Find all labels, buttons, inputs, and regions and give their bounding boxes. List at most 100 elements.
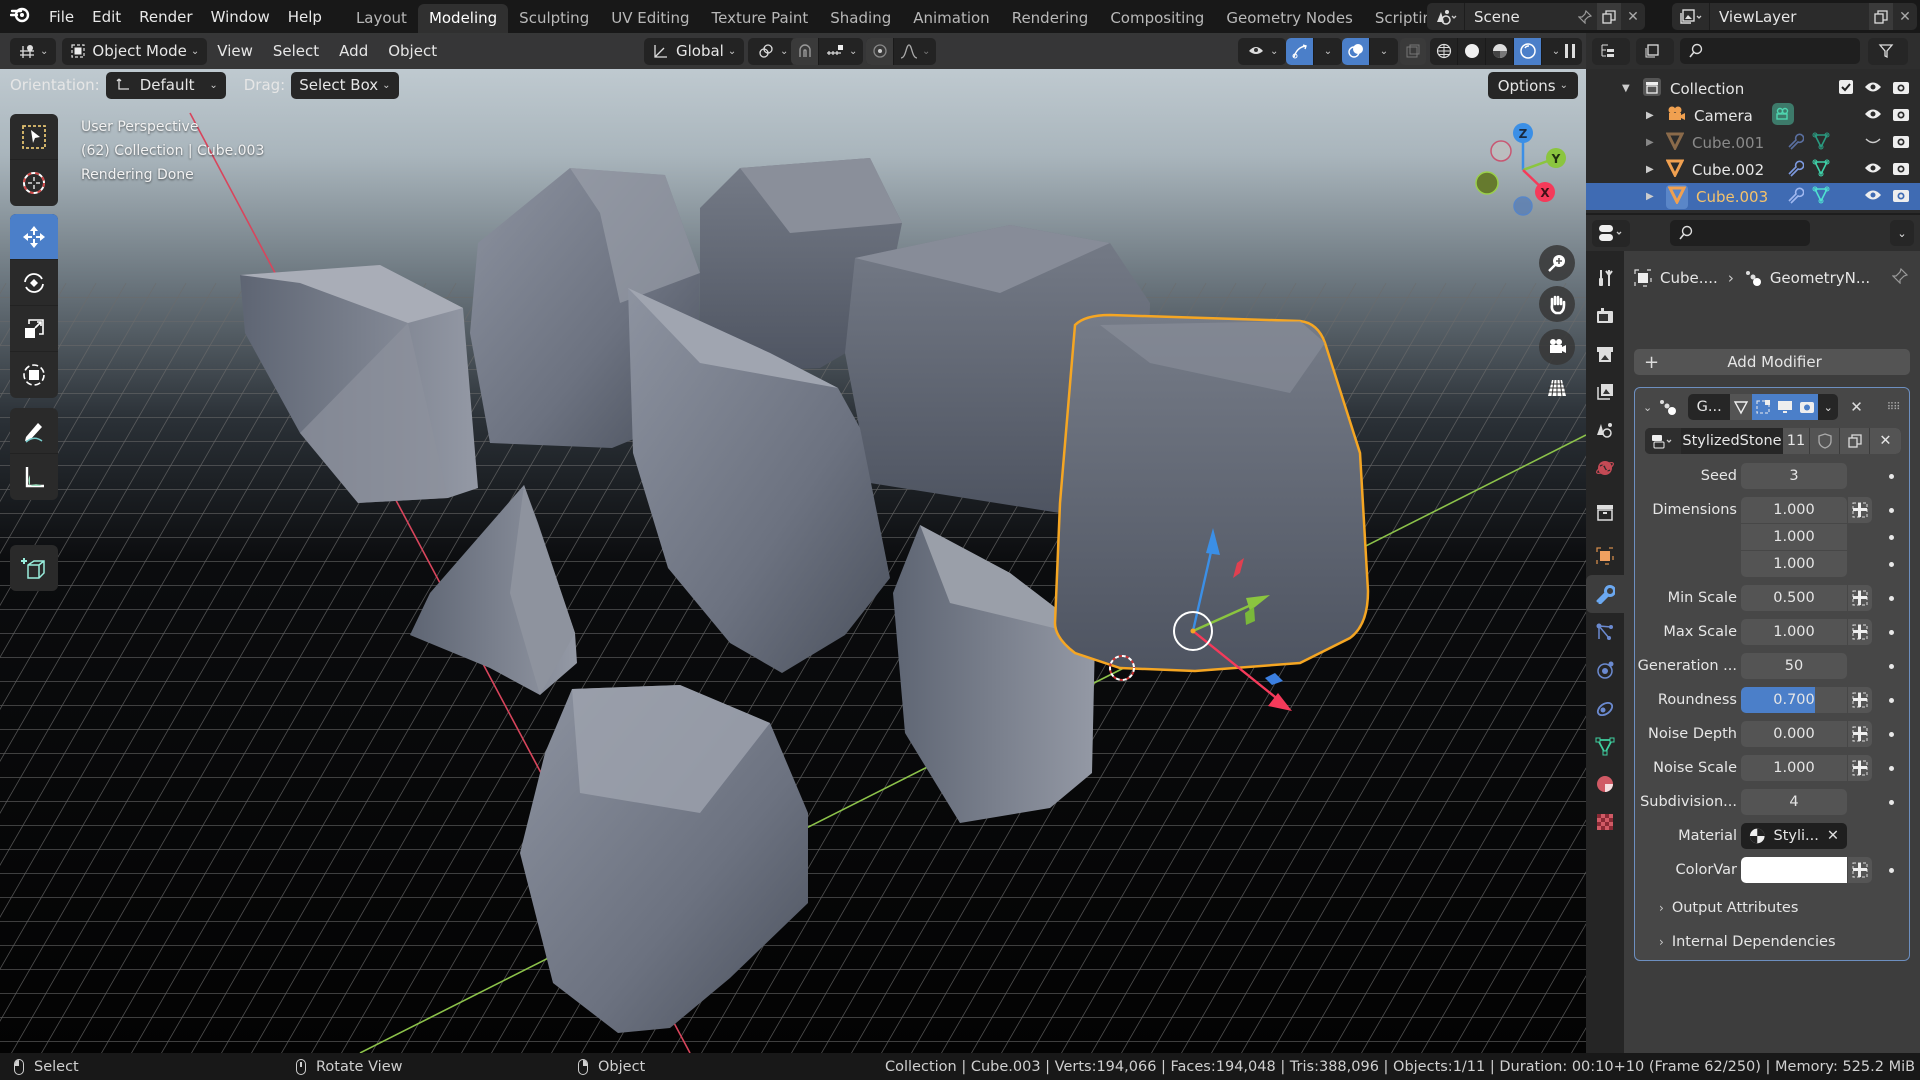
expand-icon[interactable]: ▶ <box>1646 110 1658 121</box>
on-cage-toggle-icon[interactable] <box>1752 394 1775 420</box>
tab-scene[interactable] <box>1586 411 1624 449</box>
viewlayer-name[interactable]: ViewLayer <box>1710 8 1869 26</box>
fake-user-shield-icon[interactable] <box>1809 428 1839 454</box>
unlink-node-group-icon[interactable]: ✕ <box>1869 428 1901 454</box>
tool-measure[interactable] <box>10 454 58 500</box>
tab-texture-paint[interactable]: Texture Paint <box>700 4 819 33</box>
generation-input[interactable]: 50 <box>1741 653 1847 679</box>
keyframe-dot[interactable] <box>1889 507 1894 513</box>
node-socket-toggle-icon[interactable] <box>1848 857 1872 883</box>
keyframe-dot[interactable] <box>1889 867 1894 873</box>
material-selector[interactable]: Styli... ✕ <box>1741 823 1847 849</box>
tab-collection[interactable] <box>1586 493 1624 531</box>
tab-particles[interactable] <box>1586 613 1624 651</box>
keyframe-dot[interactable] <box>1889 697 1894 703</box>
camera-render-icon[interactable] <box>1892 133 1910 153</box>
blender-logo-icon[interactable] <box>0 5 40 28</box>
pivot-point-dropdown[interactable]: ⌄ <box>748 37 797 65</box>
remove-modifier-icon[interactable]: ✕ <box>1850 398 1863 416</box>
proportional-edit-icon[interactable] <box>866 37 894 65</box>
dimensions-y-input[interactable]: 1.000 <box>1741 524 1847 550</box>
keyframe-dot[interactable] <box>1889 799 1894 805</box>
tab-modeling[interactable]: Modeling <box>417 4 509 33</box>
max-scale-input[interactable]: 1.000 <box>1741 619 1847 645</box>
tab-render[interactable] <box>1586 297 1624 335</box>
filter-view-layer-icon[interactable] <box>1636 37 1674 65</box>
menu-help[interactable]: Help <box>279 8 331 26</box>
tool-transform[interactable] <box>10 352 58 398</box>
node-socket-toggle-icon[interactable] <box>1848 585 1872 611</box>
subpanel-output-attributes[interactable]: › Output Attributes <box>1659 900 1798 916</box>
subdivision-input[interactable]: 4 <box>1741 789 1847 815</box>
shading-rendered-icon[interactable] <box>1514 37 1542 65</box>
noise-scale-input[interactable]: 1.000 <box>1741 755 1847 781</box>
shading-material-icon[interactable] <box>1486 37 1514 65</box>
keyframe-dot[interactable] <box>1889 629 1894 635</box>
close-icon[interactable]: ✕ <box>1621 3 1645 30</box>
node-socket-toggle-icon[interactable] <box>1848 721 1872 747</box>
keyframe-dot[interactable] <box>1889 765 1894 771</box>
tool-scale[interactable] <box>10 306 58 352</box>
options-dropdown[interactable]: Options ⌄ <box>1487 72 1578 99</box>
tab-physics[interactable] <box>1586 651 1624 689</box>
drag-dropdown[interactable]: Select Box ⌄ <box>291 71 399 99</box>
tab-uv-editing[interactable]: UV Editing <box>600 4 700 33</box>
min-scale-input[interactable]: 0.500 <box>1741 585 1847 611</box>
keyframe-dot[interactable] <box>1889 595 1894 601</box>
tab-layout[interactable]: Layout <box>345 4 418 33</box>
tab-tool[interactable] <box>1586 259 1624 297</box>
tab-output[interactable] <box>1586 335 1624 373</box>
seed-input[interactable]: 3 <box>1741 463 1847 489</box>
node-socket-toggle-icon[interactable] <box>1848 755 1872 781</box>
camera-render-icon[interactable] <box>1892 160 1910 180</box>
zoom-view-button[interactable] <box>1539 245 1575 281</box>
camera-view-button[interactable] <box>1539 329 1575 365</box>
camera-render-icon[interactable] <box>1892 187 1910 207</box>
close-icon[interactable]: ✕ <box>1893 3 1917 30</box>
render-toggle-icon[interactable] <box>1796 394 1819 420</box>
tab-geometry-nodes[interactable]: Geometry Nodes <box>1215 4 1364 33</box>
pin-icon[interactable] <box>1891 267 1909 288</box>
proportional-editing-group[interactable]: ⌄ <box>866 37 937 65</box>
display-mode-icon[interactable] <box>1592 37 1630 65</box>
outliner-item-cube-002[interactable]: ▶ Cube.002 <box>1586 156 1920 183</box>
keyframe-dot[interactable] <box>1889 663 1894 669</box>
outliner-item-collection[interactable]: ▼ Collection <box>1586 75 1920 102</box>
orientation-dropdown[interactable]: Default ⌄ <box>105 71 226 99</box>
keyframe-dot[interactable] <box>1889 473 1894 479</box>
expand-icon[interactable]: ▶ <box>1646 137 1658 148</box>
navigation-gizmo[interactable]: Z Y X <box>1475 123 1566 216</box>
tab-world[interactable] <box>1586 449 1624 487</box>
tab-sculpting[interactable]: Sculpting <box>508 4 600 33</box>
modifier-wrench-icon[interactable] <box>1786 132 1805 154</box>
tab-compositing[interactable]: Compositing <box>1099 4 1215 33</box>
tab-material[interactable] <box>1586 765 1624 803</box>
mesh-data-icon[interactable] <box>1812 186 1830 208</box>
keyframe-dot[interactable] <box>1889 534 1894 540</box>
menu-view[interactable]: View <box>207 42 263 60</box>
exclude-checkbox[interactable] <box>1838 79 1854 99</box>
node-socket-toggle-icon[interactable] <box>1848 619 1872 645</box>
modifier-wrench-icon[interactable] <box>1786 186 1805 208</box>
menu-add[interactable]: Add <box>329 42 378 60</box>
filter-icon[interactable] <box>1868 37 1908 65</box>
noise-depth-input[interactable]: 0.000 <box>1741 721 1847 747</box>
tool-cursor[interactable] <box>10 160 58 206</box>
eye-closed-icon[interactable] <box>1864 134 1882 152</box>
roundness-slider[interactable]: 0.700 <box>1741 687 1847 713</box>
tab-animation[interactable]: Animation <box>902 4 1000 33</box>
camera-render-icon[interactable] <box>1892 106 1910 126</box>
snap-toggle-icon[interactable] <box>791 37 819 65</box>
tool-add-cube[interactable] <box>10 545 58 591</box>
drag-handle-icon[interactable]: ⠿⠿ <box>1887 402 1901 413</box>
expand-icon[interactable]: ▶ <box>1646 191 1658 202</box>
overlays-dropdown[interactable]: ⌄ <box>1370 38 1398 65</box>
editor-type-button[interactable]: ⌄ <box>10 37 57 65</box>
realtime-toggle-icon[interactable] <box>1774 394 1797 420</box>
viewlayer-selector[interactable]: ViewLayer ✕ <box>1672 3 1917 30</box>
modifier-name-input[interactable]: G... <box>1688 399 1730 415</box>
perspective-toggle-button[interactable] <box>1539 370 1575 406</box>
duplicate-viewlayer-icon[interactable] <box>1869 3 1893 30</box>
menu-window[interactable]: Window <box>202 8 279 26</box>
dimensions-z-input[interactable]: 1.000 <box>1741 551 1847 577</box>
